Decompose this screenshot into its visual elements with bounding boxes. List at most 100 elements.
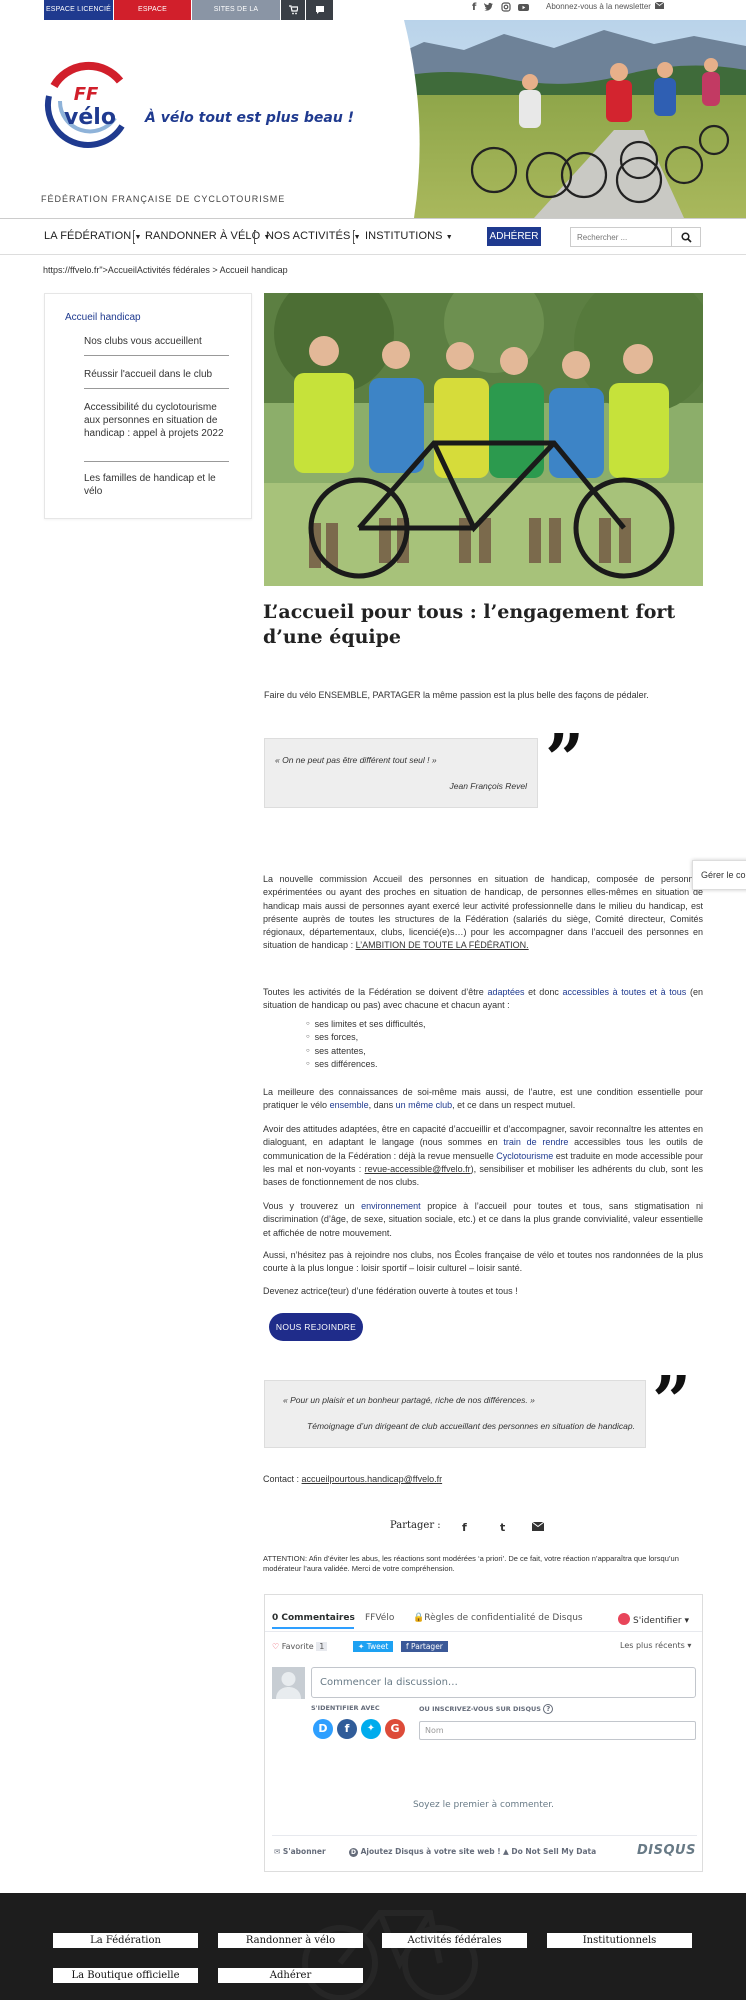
favorite-count: 1 (316, 1642, 328, 1651)
tab-comments[interactable]: 0 Commentaires (272, 1613, 355, 1623)
register-label: OU INSCRIVEZ-VOUS SUR DISQUS ? (419, 1704, 554, 1714)
sidebar-item-accessibilite[interactable]: Accessibilité du cyclotourisme aux perso… (84, 401, 224, 440)
footer-randonner-button[interactable]: Randonner à vélo (218, 1933, 363, 1948)
chat-button[interactable] (306, 0, 333, 20)
add-disqus-link[interactable]: D Ajoutez Disqus à votre site web ! (349, 1847, 501, 1857)
adherer-button[interactable]: ADHÉRER (487, 227, 541, 246)
disqus-comments: 0 Commentaires FFVélo 🔒Règles de confide… (264, 1594, 703, 1872)
espace-structures-button[interactable]: ESPACE STRUCTURES (114, 0, 191, 33)
facebook-login-icon[interactable]: f (337, 1719, 357, 1739)
twitter-login-icon[interactable]: ✦ (361, 1719, 381, 1739)
sidebar-divider (84, 355, 229, 356)
sidebar-divider (84, 461, 229, 462)
quote-box-1: « On ne peut pas être différent tout seu… (264, 738, 538, 808)
hero-cyclists-image (384, 20, 746, 218)
twitter-icon[interactable] (483, 2, 494, 12)
footer-activites-button[interactable]: Activités fédérales (382, 1933, 527, 1948)
share-label: Partager (411, 1642, 443, 1651)
accessibles-link[interactable]: accessibles à toutes et à tous (562, 987, 686, 997)
sidebar-menu: Accueil handicap Nos clubs vous accueill… (44, 293, 252, 519)
disqus-user-icon (618, 1613, 630, 1625)
favorite-button[interactable]: ♡ Favorite 1 (272, 1642, 328, 1651)
footer-boutique-button[interactable]: La Boutique officielle (53, 1968, 198, 1983)
quote-text: « Pour un plaisir et un bonheur partagé,… (283, 1395, 535, 1405)
cyclotourisme-link[interactable]: Cyclotourisme (496, 1151, 553, 1161)
empty-comments-message: Soyez le premier à commenter. (412, 1800, 555, 1810)
share-facebook-button[interactable]: f (458, 1518, 474, 1534)
login-button[interactable]: S'identifier ▾ (618, 1613, 689, 1626)
name-input[interactable]: Nom (419, 1721, 696, 1740)
logo-velo-text: vélo (64, 105, 116, 130)
instagram-icon[interactable] (501, 2, 511, 12)
sidebar-item-nos-clubs[interactable]: Nos clubs vous accueillent (84, 335, 229, 348)
share-label: Partager : (390, 1520, 441, 1531)
share-facebook-button[interactable]: f Partager (401, 1641, 448, 1652)
ffvelo-logo[interactable]: FF vélo (40, 56, 134, 150)
espace-licencie-button[interactable]: ESPACE LICENCIÉ (44, 0, 113, 20)
paragraph-text: La nouvelle commission Accueil des perso… (263, 874, 703, 951)
help-icon[interactable]: ? (543, 1704, 554, 1714)
disqus-logo[interactable]: DISQUS (637, 1843, 696, 1858)
share-twitter-button[interactable]: t (496, 1518, 512, 1534)
sites-federation-dropdown[interactable]: SITES DE LA FÉDÉRATION ▾ (192, 0, 280, 33)
adaptees-link[interactable]: adaptées (487, 987, 524, 997)
ensemble-link[interactable]: ensemble (330, 1100, 369, 1110)
breadcrumb[interactable]: https://ffvelo.fr">AccueilActivités fédé… (43, 265, 288, 275)
footer-institutionnels-button[interactable]: Institutionnels (547, 1933, 692, 1948)
contact-email-link[interactable]: accueilpourtous.handicap@ffvelo.fr (302, 1474, 443, 1484)
privacy-link[interactable]: 🔒Règles de confidentialité de Disqus (413, 1613, 583, 1623)
sidebar-item-reussir-accueil[interactable]: Réussir l'accueil dans le club (84, 368, 229, 381)
tweet-button[interactable]: ✦ Tweet (353, 1641, 394, 1652)
cart-button[interactable] (281, 0, 305, 20)
ambition-link[interactable]: L’AMBITION DE TOUTE LA FÉDÉRATION. (356, 940, 529, 950)
nav-institutions[interactable]: INSTITUTIONS ▼ (365, 230, 453, 242)
nav-la-federation[interactable]: LA FÉDÉRATION ▼ (44, 230, 141, 242)
quote-box-2: « Pour un plaisir et un bonheur partagé,… (264, 1380, 646, 1448)
paragraph-text: , dans (368, 1100, 394, 1111)
train-de-rendre-link[interactable]: train de rendre (503, 1137, 568, 1147)
footer-adherer-button[interactable]: Adhérer (218, 1968, 363, 1983)
add-disqus-label: Ajoutez Disqus à votre site web ! (360, 1847, 501, 1856)
footer-federation-button[interactable]: La Fédération (53, 1933, 198, 1948)
quotation-mark-icon: ” (652, 1362, 692, 1442)
revue-accessible-email-link[interactable]: revue-accessible@ffvelo.fr (365, 1164, 471, 1174)
subscribe-link[interactable]: ✉ S'abonner (274, 1847, 326, 1856)
youtube-icon[interactable] (518, 3, 530, 12)
warning-icon: ▲ (503, 1847, 509, 1856)
disqus-login-icon[interactable]: D (313, 1719, 333, 1739)
sort-dropdown[interactable]: Les plus récents ▾ (620, 1641, 691, 1650)
tab-ffvelo[interactable]: FFVélo (365, 1613, 394, 1623)
search-button[interactable] (671, 227, 701, 247)
avatar (272, 1667, 305, 1699)
dnsmd-link[interactable]: ▲ Do Not Sell My Data (503, 1847, 596, 1856)
nous-rejoindre-button[interactable]: NOUS REJOINDRE (269, 1313, 363, 1341)
sidebar-item-familles-handicap[interactable]: Les familles de handicap et le vélo (84, 472, 224, 498)
nav-nos-activites[interactable]: NOS ACTIVITÉS ▼ (266, 230, 361, 242)
quote-text: « On ne peut pas être différent tout seu… (275, 755, 437, 765)
privacy-label: Règles de confidentialité de Disqus (424, 1613, 583, 1623)
nav-divider-line (0, 254, 746, 255)
caret-down-icon: ▾ (687, 1641, 692, 1650)
twitter-icon: ✦ (358, 1642, 365, 1651)
google-login-icon[interactable]: G (385, 1719, 405, 1739)
paragraph-activites: Toutes les activités de la Fédération se… (263, 986, 703, 1013)
nav-randonner-a-velo[interactable]: RANDONNER À VÉLO ▼ (145, 230, 270, 242)
chat-icon (315, 6, 324, 14)
quote-author: Jean François Revel (449, 781, 527, 791)
paragraph-text: , et ce dans un respect mutuel. (452, 1100, 576, 1111)
sidebar-title[interactable]: Accueil handicap (65, 312, 141, 323)
search-input[interactable] (570, 227, 672, 247)
cookie-consent-tab[interactable]: Gérer le consentement (692, 860, 746, 890)
facebook-icon[interactable]: f (472, 2, 476, 13)
meme-club-link[interactable]: un même club (396, 1100, 453, 1110)
newsletter-link[interactable]: Abonnez-vous à la newsletter (546, 0, 665, 14)
subscribe-label: S'abonner (282, 1847, 326, 1856)
favorite-label: Favorite (281, 1642, 314, 1651)
environnement-link[interactable]: environnement (361, 1201, 421, 1211)
slogan: À vélo tout est plus beau ! (145, 110, 355, 126)
newsletter-label: Abonnez-vous à la newsletter (546, 2, 651, 11)
nav-label: LA FÉDÉRATION (44, 230, 132, 242)
share-email-button[interactable] (531, 1518, 548, 1534)
login-providers: D f ✦ G (313, 1719, 405, 1739)
comment-input[interactable]: Commencer la discussion… (311, 1667, 696, 1698)
